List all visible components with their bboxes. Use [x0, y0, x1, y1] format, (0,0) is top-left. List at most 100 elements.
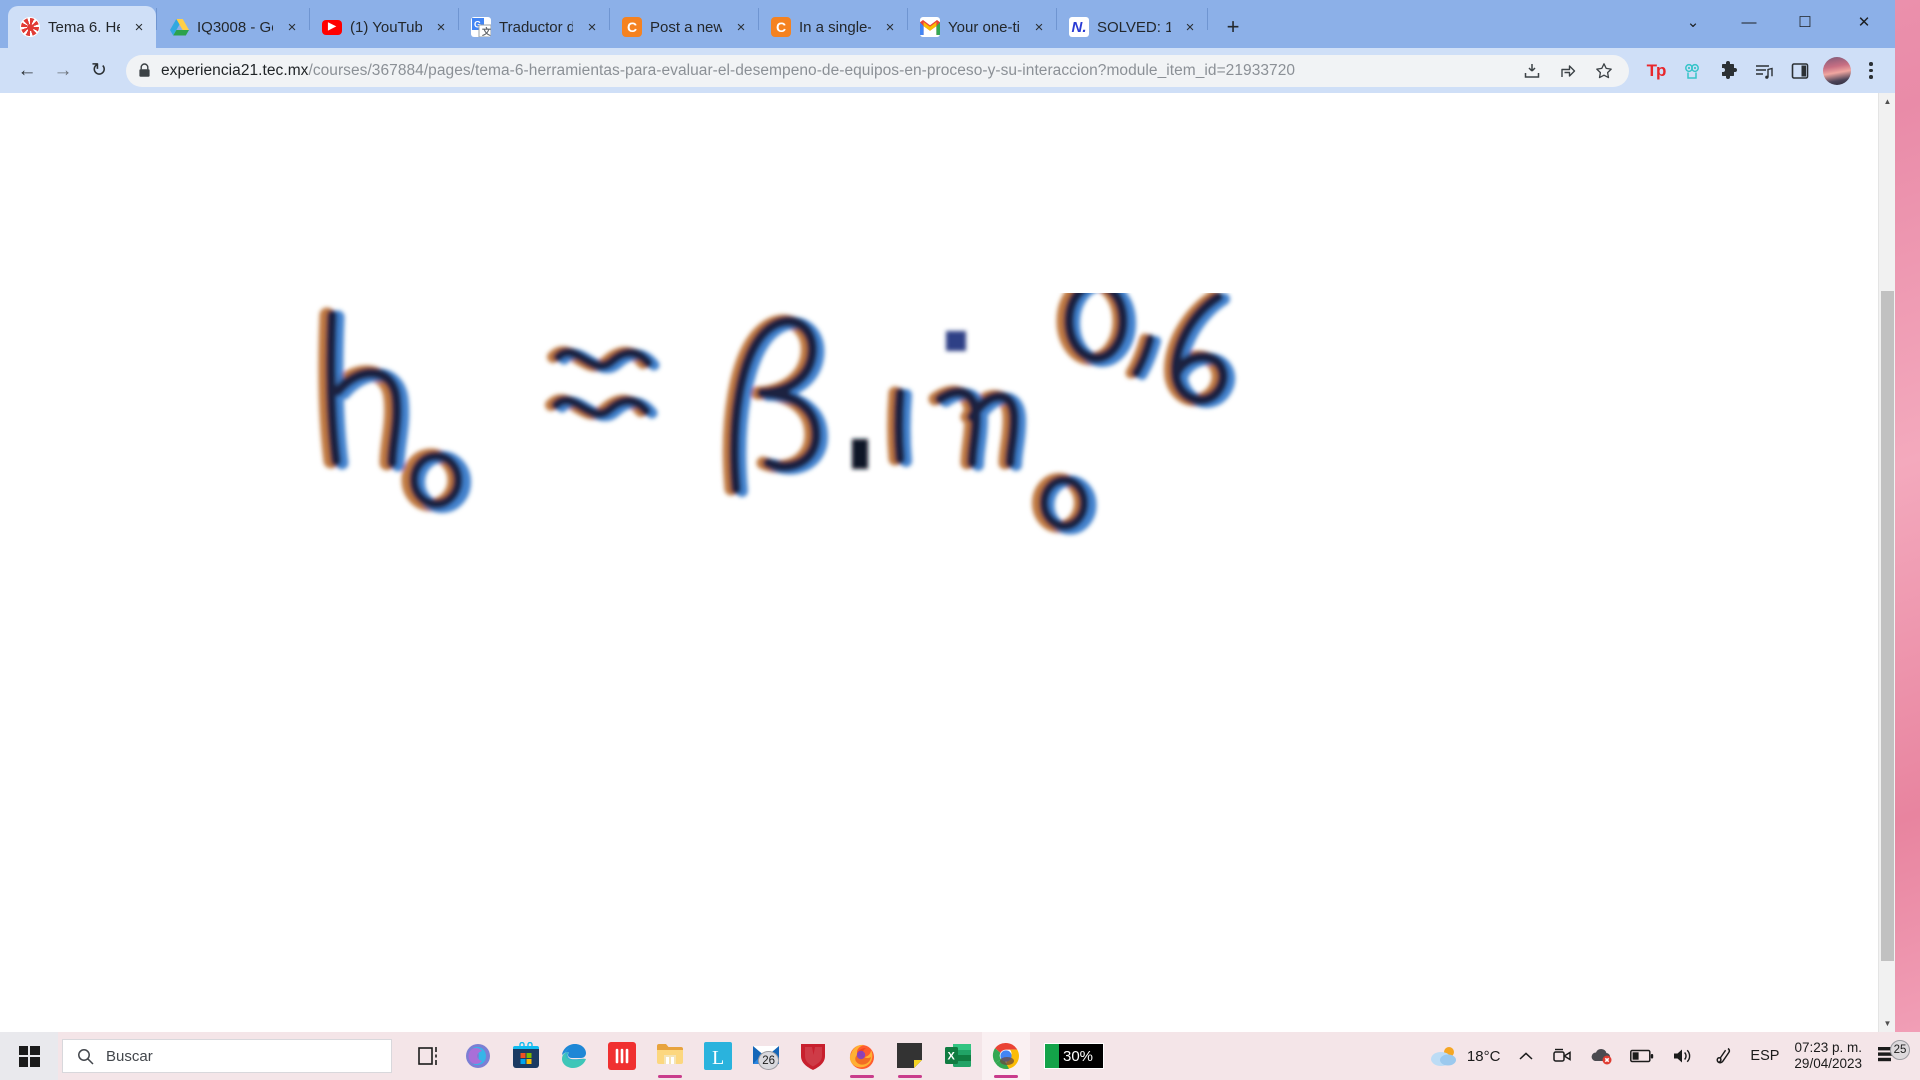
tray-language-button[interactable]: ESP	[1741, 1032, 1788, 1080]
taskbar-item-microsoft-365[interactable]	[454, 1032, 502, 1080]
mail-icon: 26	[752, 1042, 780, 1070]
tray-battery-button[interactable]	[1621, 1032, 1663, 1080]
battery-low-icon	[1630, 1049, 1654, 1063]
chrome-menu-icon[interactable]	[1857, 54, 1885, 88]
tab-title: (1) YouTube	[350, 18, 422, 36]
taskbar-item-microsoft-store[interactable]	[502, 1032, 550, 1080]
excel-icon: X	[944, 1042, 972, 1070]
weather-partly-cloudy-icon	[1429, 1044, 1459, 1068]
back-button[interactable]: ←	[10, 54, 44, 88]
address-bar[interactable]: experiencia21.tec.mx/courses/367884/page…	[126, 54, 1629, 87]
onedrive-error-icon	[1592, 1049, 1612, 1065]
tab-iq3008-google[interactable]: IQ3008 - Google ×	[157, 6, 309, 48]
start-button[interactable]	[0, 1032, 58, 1080]
extensions-puzzle-icon[interactable]	[1711, 54, 1745, 88]
tab-divider	[1207, 8, 1208, 30]
tray-overflow-button[interactable]	[1509, 1032, 1543, 1080]
tab-solved-1-in-a-single[interactable]: N. SOLVED: 1. In a si ×	[1057, 6, 1207, 48]
reading-list-music-icon[interactable]	[1747, 54, 1781, 88]
tab-traductor-de-google[interactable]: G文 Traductor de Goo ×	[459, 6, 609, 48]
battery-fill-icon	[1045, 1044, 1059, 1068]
forward-button[interactable]: →	[46, 54, 80, 88]
chegg-icon: C	[622, 17, 642, 37]
tab-close-icon[interactable]: ×	[128, 16, 150, 38]
minimize-button[interactable]: —	[1721, 0, 1777, 44]
taskbar-item-microsoft-edge[interactable]	[550, 1032, 598, 1080]
hypothesis-owl-extension-icon[interactable]	[1675, 54, 1709, 88]
scrollbar-thumb[interactable]	[1881, 291, 1894, 961]
window-controls: ⌄ — ☐ ✕	[1665, 0, 1895, 44]
clock-date: 29/04/2023	[1794, 1056, 1862, 1071]
tab-title: SOLVED: 1. In a si	[1097, 18, 1171, 36]
taskbar-search-input[interactable]: Buscar	[62, 1039, 392, 1073]
tab-title: IQ3008 - Google	[197, 18, 273, 36]
taskbar-item-l-app[interactable]: L	[694, 1032, 742, 1080]
weather-temperature: 18°C	[1466, 1047, 1501, 1065]
chegg-icon: C	[771, 17, 791, 37]
tab-title: Tema 6. Herramie	[48, 18, 120, 36]
taskbar-item-mcafee[interactable]	[790, 1032, 838, 1080]
search-icon	[77, 1048, 94, 1065]
tray-pen-button[interactable]	[1703, 1032, 1741, 1080]
svg-text:X: X	[948, 1051, 956, 1063]
tab-close-icon[interactable]: ×	[581, 16, 603, 38]
close-window-button[interactable]: ✕	[1833, 0, 1895, 44]
scroll-up-arrow[interactable]: ▲	[1879, 93, 1895, 110]
red-app-icon	[608, 1042, 636, 1070]
browser-toolbar: ← → ↻ experiencia21.tec.mx/courses/36788…	[0, 48, 1895, 93]
tab-youtube[interactable]: ▶ (1) YouTube ×	[310, 6, 458, 48]
tab-post-a-new-question[interactable]: C Post a new questi ×	[610, 6, 758, 48]
scroll-down-arrow[interactable]: ▼	[1879, 1015, 1895, 1032]
tab-tema-6-herramientas[interactable]: Tema 6. Herramie ×	[8, 6, 156, 48]
profile-avatar[interactable]	[1823, 56, 1851, 85]
svg-text:L: L	[712, 1047, 724, 1069]
tab-search-icon[interactable]: ⌄	[1665, 0, 1721, 44]
tab-close-icon[interactable]: ×	[1179, 16, 1201, 38]
taskbar-item-sticky-notes[interactable]	[886, 1032, 934, 1080]
side-panel-icon[interactable]	[1783, 54, 1817, 88]
file-explorer-icon	[656, 1042, 684, 1070]
url-text: experiencia21.tec.mx/courses/367884/page…	[161, 62, 1509, 80]
tab-close-icon[interactable]: ×	[430, 16, 452, 38]
tab-in-a-single-pass[interactable]: C In a single-pass s ×	[759, 6, 907, 48]
reload-button[interactable]: ↻	[82, 54, 116, 88]
task-view-button[interactable]	[406, 1032, 454, 1080]
battery-percent-label: 30%	[1063, 1047, 1094, 1065]
weather-widget[interactable]: 18°C	[1420, 1032, 1510, 1080]
microsoft-edge-icon	[560, 1042, 588, 1070]
taskbar-item-mail[interactable]: 26	[742, 1032, 790, 1080]
share-icon[interactable]	[1555, 58, 1581, 84]
tab-close-icon[interactable]: ×	[281, 16, 303, 38]
install-page-icon[interactable]	[1519, 58, 1545, 84]
taskbar-item-red-app[interactable]	[598, 1032, 646, 1080]
tab-title: Post a new questi	[650, 18, 722, 36]
taskbar-item-google-chrome[interactable]	[982, 1032, 1030, 1080]
tab-close-icon[interactable]: ×	[879, 16, 901, 38]
tray-volume-button[interactable]	[1663, 1032, 1703, 1080]
tab-close-icon[interactable]: ×	[730, 16, 752, 38]
new-tab-button[interactable]: +	[1216, 10, 1250, 44]
taskbar-clock[interactable]: 07:23 p. m. 29/04/2023	[1788, 1040, 1872, 1073]
mcafee-shield-icon	[800, 1042, 828, 1070]
taskbar-item-firefox[interactable]	[838, 1032, 886, 1080]
google-translate-icon: G文	[471, 17, 491, 37]
lock-icon[interactable]	[138, 63, 151, 78]
tray-onedrive-button[interactable]	[1581, 1032, 1621, 1080]
bookmark-star-icon[interactable]	[1591, 58, 1617, 84]
equation-image	[318, 293, 1236, 535]
taskbar-item-file-explorer[interactable]	[646, 1032, 694, 1080]
canvas-icon	[20, 17, 40, 37]
tab-close-icon[interactable]: ×	[1028, 16, 1050, 38]
tab-strip: Tema 6. Herramie × IQ3008 - Google × ▶ (…	[0, 0, 1895, 48]
tab-title: Your one-time co	[948, 18, 1020, 36]
gmail-icon	[920, 17, 940, 37]
maximize-button[interactable]: ☐	[1777, 0, 1833, 44]
turnitin-extension-icon[interactable]: Tp	[1639, 54, 1673, 88]
tray-camera-button[interactable]	[1543, 1032, 1581, 1080]
page-viewport: ▲ ▼	[0, 93, 1895, 1032]
svg-text:文: 文	[481, 26, 491, 37]
notification-center-button[interactable]: 25	[1872, 1040, 1914, 1068]
page-scrollbar[interactable]: ▲ ▼	[1878, 93, 1895, 1032]
tab-your-one-time-code[interactable]: Your one-time co ×	[908, 6, 1056, 48]
taskbar-item-excel[interactable]: X	[934, 1032, 982, 1080]
